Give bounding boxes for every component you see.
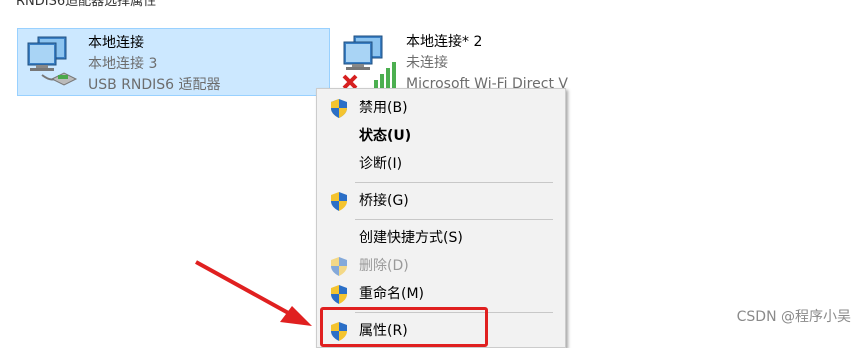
menu-item-label: 禁用(B): [359, 100, 408, 116]
adapter-status: 未连接: [406, 55, 448, 71]
menu-item-label: 诊断(I): [359, 156, 403, 172]
menu-item-label: 桥接(G): [359, 193, 409, 209]
uac-shield-icon: [331, 257, 347, 276]
wifi-adapter-disconnected-icon: [342, 35, 396, 90]
adapter-local-connection[interactable]: 本地连接 本地连接 3 USB RNDIS6 适配器: [17, 28, 330, 96]
uac-shield-icon: [331, 285, 347, 304]
menu-item-disable[interactable]: 禁用(B): [317, 94, 565, 122]
adapter-device: USB RNDIS6 适配器: [88, 77, 221, 93]
menu-item-label: 重命名(M): [359, 286, 425, 302]
adapter-local-connection-2[interactable]: 本地连接* 2 未连接 Microsoft Wi-Fi Direct V: [336, 28, 576, 96]
menu-item-label: 删除(D): [359, 258, 409, 274]
menu-item-status[interactable]: 状态(U): [317, 122, 565, 150]
menu-item-create-shortcut[interactable]: 创建快捷方式(S): [317, 224, 565, 252]
menu-separator: [355, 219, 553, 220]
menu-item-bridge[interactable]: 桥接(G): [317, 187, 565, 215]
uac-shield-icon: [331, 192, 347, 211]
menu-separator: [355, 182, 553, 183]
uac-shield-icon: [331, 99, 347, 118]
adapter-name: 本地连接* 2: [406, 34, 483, 50]
adapter-status: 本地连接 3: [88, 56, 158, 72]
menu-item-delete: 删除(D): [317, 252, 565, 280]
network-adapter-icon: [27, 36, 78, 86]
annotation-highlight-box: [320, 307, 488, 347]
top-caption: RNDIS6适配器选择属性: [16, 0, 157, 9]
menu-item-diagnose[interactable]: 诊断(I): [317, 150, 565, 178]
menu-item-label: 创建快捷方式(S): [359, 230, 463, 246]
watermark: CSDN @程序小吴: [736, 309, 851, 325]
menu-item-label: 状态(U): [359, 128, 412, 144]
menu-item-rename[interactable]: 重命名(M): [317, 280, 565, 308]
adapter-name: 本地连接: [88, 35, 144, 51]
